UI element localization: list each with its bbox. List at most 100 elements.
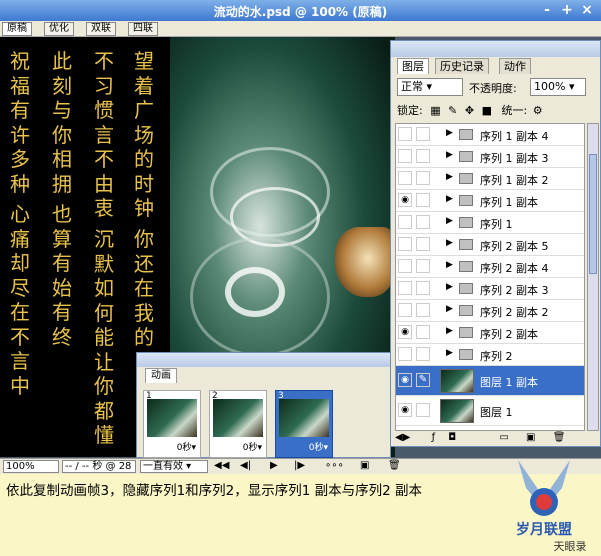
animation-frame-3[interactable]: 3 0秒▾ <box>275 390 333 458</box>
layer-row[interactable]: ▶ 序列 1 副本 2 <box>396 168 584 190</box>
expand-triangle-icon[interactable]: ▶ <box>446 128 453 138</box>
eye-icon[interactable]: ◉ <box>398 193 412 207</box>
unify-label: 统一: <box>501 104 528 117</box>
lock-brush-icon[interactable]: ✎ <box>448 104 457 117</box>
expand-triangle-icon[interactable]: ▶ <box>446 216 453 226</box>
frame-duration[interactable]: 0秒▾ <box>177 440 196 453</box>
folder-icon <box>459 327 473 338</box>
layer-row[interactable]: ▶ 序列 1 副本 4 <box>396 124 584 146</box>
delete-frame-icon[interactable]: 🗑 <box>388 460 401 471</box>
expand-triangle-icon[interactable]: ▶ <box>446 150 453 160</box>
poem-column-6: 也算有始有终 <box>52 202 72 349</box>
lock-transparent-icon[interactable]: ▦ <box>430 104 440 117</box>
folder-icon <box>459 195 473 206</box>
folder-icon <box>459 151 473 162</box>
zoom-input[interactable]: 100% <box>3 460 59 473</box>
opacity-label: 不透明度: <box>469 82 517 95</box>
minimize-button[interactable]: - <box>538 2 556 18</box>
folder-icon <box>459 305 473 316</box>
layer-row[interactable]: ▶ 序列 2 <box>396 344 584 366</box>
expand-triangle-icon[interactable]: ▶ <box>446 348 453 358</box>
animation-panel: 动画 1 0秒▾ 2 0秒▾ 3 0秒▾ <box>136 352 391 458</box>
eye-icon[interactable]: ◉ <box>398 403 412 417</box>
opacity-input[interactable]: 100% ▾ <box>530 78 586 96</box>
play-button[interactable]: ▶ <box>270 460 278 471</box>
layer-scrollbar[interactable] <box>587 123 599 431</box>
blend-mode-select[interactable]: 正常 ▾ <box>397 78 463 96</box>
layer-row[interactable]: ▶ 序列 1 <box>396 212 584 234</box>
poem-column-7: 祝福有许多种 <box>10 49 30 196</box>
maximize-button[interactable]: + <box>558 2 576 18</box>
doc-view-tabs: 原稿 优化 双联 四联 <box>0 21 601 37</box>
layer-row-selected[interactable]: ◉ ✎ 图层 1 副本 <box>396 366 584 396</box>
layer-row[interactable]: ▶ 序列 2 副本 4 <box>396 256 584 278</box>
folder-icon <box>459 217 473 228</box>
expand-triangle-icon[interactable]: ▶ <box>446 238 453 248</box>
expand-triangle-icon[interactable]: ▶ <box>446 326 453 336</box>
layer-style-icon[interactable]: ƒ <box>432 432 436 443</box>
lock-move-icon[interactable]: ✥ <box>465 104 474 117</box>
visibility-toggle[interactable] <box>398 127 412 141</box>
tab-2up[interactable]: 双联 <box>86 22 116 36</box>
visibility-toggle[interactable] <box>398 149 412 163</box>
visibility-toggle[interactable] <box>398 237 412 251</box>
tab-layers[interactable]: 图层 <box>397 58 429 74</box>
frame-thumbnail <box>213 399 263 437</box>
logo-text-2: 天眼录 <box>554 540 587 552</box>
visibility-toggle[interactable] <box>398 303 412 317</box>
visibility-toggle[interactable] <box>398 259 412 273</box>
layer-list: ▶ 序列 1 副本 4 ▶ 序列 1 副本 3 ▶ 序列 1 副本 2 ◉ ▶ … <box>395 123 585 431</box>
layer-row[interactable]: ◉ ▶ 序列 2 副本 <box>396 322 584 344</box>
visibility-toggle[interactable] <box>398 215 412 229</box>
title-bar: 流动的水.psd @ 100% (原稿) - + × <box>0 0 601 21</box>
frame-thumbnail <box>147 399 197 437</box>
folder-icon <box>459 239 473 250</box>
visibility-toggle[interactable] <box>398 171 412 185</box>
logo-text-1: 岁月联盟 <box>516 521 572 538</box>
tab-actions[interactable]: 动作 <box>499 58 531 74</box>
unify-icon[interactable]: ⚙ <box>533 104 543 117</box>
layer-row[interactable]: ◉ 图层 1 <box>396 396 584 426</box>
layer-row[interactable]: ◉ ▶ 序列 1 副本 <box>396 190 584 212</box>
expand-triangle-icon[interactable]: ▶ <box>446 282 453 292</box>
layer-row[interactable]: ▶ 序列 2 副本 5 <box>396 234 584 256</box>
expand-triangle-icon[interactable]: ▶ <box>446 304 453 314</box>
folder-icon <box>459 261 473 272</box>
poem-column-3: 不习惯言不由衷 <box>94 49 114 220</box>
frame-duration[interactable]: 0秒▾ <box>243 440 262 453</box>
visibility-toggle[interactable] <box>398 347 412 361</box>
prev-frame-button[interactable]: ◀| <box>240 460 251 471</box>
expand-triangle-icon[interactable]: ▶ <box>446 172 453 182</box>
folder-icon <box>459 129 473 140</box>
face-image <box>335 227 395 297</box>
poem-column-2: 你还在我的 <box>134 227 154 349</box>
close-button[interactable]: × <box>578 2 596 18</box>
brush-icon[interactable]: ✎ <box>416 373 430 387</box>
loop-select[interactable]: 一直有效 ▾ <box>140 460 208 473</box>
animation-frame-2[interactable]: 2 0秒▾ <box>209 390 267 458</box>
eye-icon[interactable]: ◉ <box>398 373 412 387</box>
animation-frame-1[interactable]: 1 0秒▾ <box>143 390 201 458</box>
tab-original[interactable]: 原稿 <box>2 22 32 36</box>
layer-row[interactable]: ▶ 序列 2 副本 3 <box>396 278 584 300</box>
tween-icon[interactable]: ∘∘∘ <box>325 460 344 471</box>
layer-row[interactable]: ▶ 序列 2 副本 2 <box>396 300 584 322</box>
expand-triangle-icon[interactable]: ▶ <box>446 260 453 270</box>
visibility-toggle[interactable] <box>398 281 412 295</box>
tab-optimized[interactable]: 优化 <box>44 22 74 36</box>
next-frame-button[interactable]: |▶ <box>294 460 305 471</box>
link-layers-icon[interactable]: ◀▶ <box>395 432 410 443</box>
layer-row[interactable]: ▶ 序列 1 副本 3 <box>396 146 584 168</box>
new-frame-icon[interactable]: ▣ <box>360 460 369 471</box>
lock-row: 锁定: ▦ ✎ ✥ ■ 统一: ⚙ <box>397 102 597 118</box>
tab-animation[interactable]: 动画 <box>145 368 177 383</box>
mask-icon[interactable]: ◘ <box>448 432 456 443</box>
expand-triangle-icon[interactable]: ▶ <box>446 194 453 204</box>
tab-history[interactable]: 历史记录 <box>435 58 489 74</box>
first-frame-button[interactable]: ◀◀ <box>214 460 229 471</box>
frame-duration[interactable]: 0秒▾ <box>309 440 328 453</box>
watermark-logo: 岁月联盟 天眼录 <box>516 460 587 552</box>
tab-4up[interactable]: 四联 <box>128 22 158 36</box>
eye-icon[interactable]: ◉ <box>398 325 412 339</box>
lock-all-icon[interactable]: ■ <box>482 104 492 117</box>
